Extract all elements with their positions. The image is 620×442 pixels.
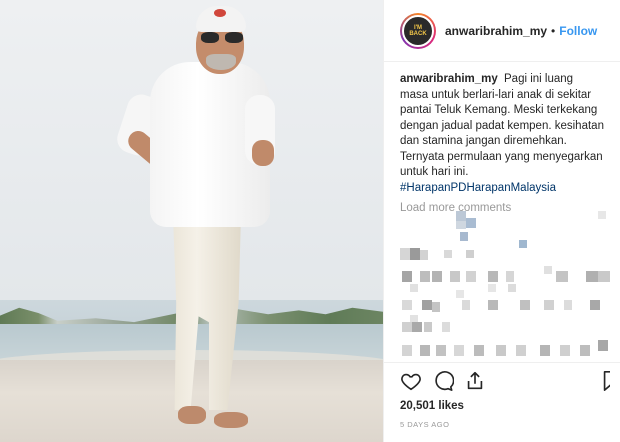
likes-count[interactable]: 20,501 likes: [400, 400, 464, 412]
post-date: 5 DAYS AGO: [400, 420, 450, 429]
avatar[interactable]: I'M BACK: [400, 12, 436, 49]
separator-dot: •: [551, 23, 556, 38]
runner-right-forearm: [252, 140, 274, 166]
caption-text: Pagi ini luang masa untuk berlari-lari a…: [400, 73, 604, 178]
post-sidebar: I'M BACK anwaribrahim_my • Follow anwari…: [383, 0, 620, 442]
runner-sunglasses: [201, 32, 243, 44]
bookmark-icon[interactable]: [600, 370, 610, 392]
comments-area: anwaribrahim_my Pagi ini luang masa untu…: [384, 62, 620, 214]
runner-beard: [206, 54, 236, 70]
heart-icon[interactable]: [400, 370, 422, 392]
avatar-text: I'M BACK: [409, 24, 427, 37]
hashtag-link[interactable]: #HarapanPDHarapanMalaysia: [400, 181, 604, 197]
avatar-image: I'M BACK: [402, 14, 434, 47]
caption: anwaribrahim_my Pagi ini luang masa untu…: [400, 72, 604, 196]
post-photo[interactable]: [0, 0, 383, 442]
post-header: I'M BACK anwaribrahim_my • Follow: [384, 0, 620, 62]
follow-button[interactable]: Follow: [559, 24, 597, 38]
instagram-post: I'M BACK anwaribrahim_my • Follow anwari…: [0, 0, 620, 442]
comment-icon[interactable]: [432, 370, 455, 392]
share-icon[interactable]: [464, 370, 486, 392]
divider: [384, 362, 620, 363]
action-bar: [400, 370, 610, 394]
cap-logo: [214, 9, 226, 17]
runner-feet: [178, 400, 248, 430]
caption-username[interactable]: anwaribrahim_my: [400, 73, 498, 85]
username-link[interactable]: anwaribrahim_my: [445, 24, 547, 38]
load-more-comments-button[interactable]: Load more comments: [400, 202, 604, 214]
